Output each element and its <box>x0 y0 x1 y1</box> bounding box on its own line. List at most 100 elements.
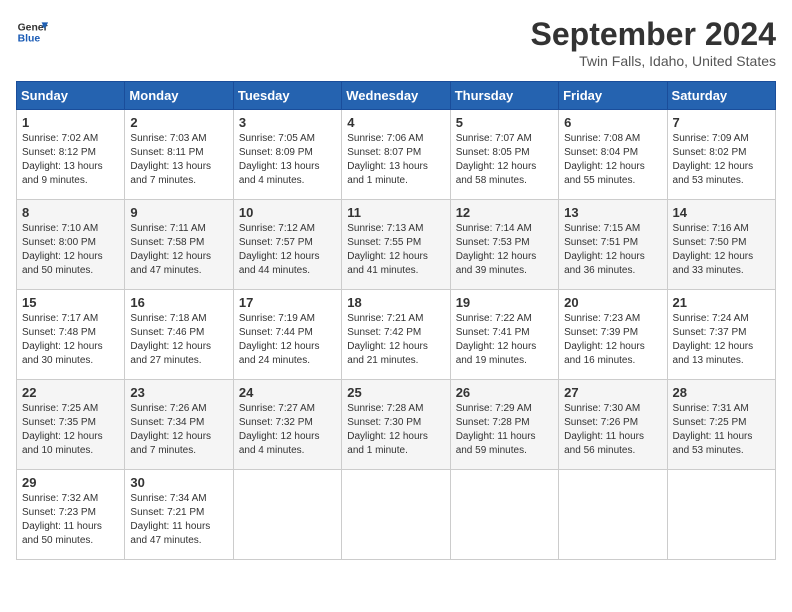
calendar-cell: 1Sunrise: 7:02 AM Sunset: 8:12 PM Daylig… <box>17 110 125 200</box>
day-info: Sunrise: 7:31 AM Sunset: 7:25 PM Dayligh… <box>673 402 770 458</box>
calendar-cell: 3Sunrise: 7:05 AM Sunset: 8:09 PM Daylig… <box>233 110 341 200</box>
calendar-cell: 26Sunrise: 7:29 AM Sunset: 7:28 PM Dayli… <box>450 380 558 470</box>
calendar-cell: 12 Sunrise: 7:14 AM Sunset: 7:53 PM Dayli… <box>450 200 558 290</box>
day-number: 6 <box>564 115 661 130</box>
weekday-header-monday: Monday <box>125 82 233 110</box>
day-info: Sunrise: 7:05 AM Sunset: 8:09 PM Dayligh… <box>239 132 336 188</box>
day-number: 16 <box>130 295 227 310</box>
day-info: Sunrise: 7:15 AM Sunset: 7:51 PM Dayligh… <box>564 222 661 278</box>
day-info: Sunrise: 7:03 AM Sunset: 8:11 PM Dayligh… <box>130 132 227 188</box>
calendar-cell: 17 Sunrise: 7:19 AM Sunset: 7:44 PM Dayli… <box>233 290 341 380</box>
calendar-cell: 19 Sunrise: 7:22 AM Sunset: 7:41 PM Dayli… <box>450 290 558 380</box>
calendar-cell: 11 Sunrise: 7:13 AM Sunset: 7:55 PM Dayli… <box>342 200 450 290</box>
calendar-week-row: 22 Sunrise: 7:25 AM Sunset: 7:35 PM Dayli… <box>17 380 776 470</box>
calendar-week-row: 8 Sunrise: 7:10 AM Sunset: 8:00 PM Daylig… <box>17 200 776 290</box>
calendar-week-row: 29 Sunrise: 7:32 AM Sunset: 7:23 PM Dayli… <box>17 470 776 560</box>
calendar-cell: 8 Sunrise: 7:10 AM Sunset: 8:00 PM Daylig… <box>17 200 125 290</box>
day-number: 20 <box>564 295 661 310</box>
day-info: Sunrise: 7:22 AM Sunset: 7:41 PM Dayligh… <box>456 312 553 368</box>
calendar-cell: 9 Sunrise: 7:11 AM Sunset: 7:58 PM Daylig… <box>125 200 233 290</box>
calendar-cell <box>342 470 450 560</box>
weekday-header-thursday: Thursday <box>450 82 558 110</box>
title-block: September 2024 Twin Falls, Idaho, United… <box>531 16 776 69</box>
day-number: 15 <box>22 295 119 310</box>
day-info: Sunrise: 7:16 AM Sunset: 7:50 PM Dayligh… <box>673 222 770 278</box>
calendar-week-row: 1Sunrise: 7:02 AM Sunset: 8:12 PM Daylig… <box>17 110 776 200</box>
day-info: Sunrise: 7:34 AM Sunset: 7:21 PM Dayligh… <box>130 492 227 548</box>
calendar-cell: 28Sunrise: 7:31 AM Sunset: 7:25 PM Dayli… <box>667 380 775 470</box>
day-number: 14 <box>673 205 770 220</box>
day-info: Sunrise: 7:18 AM Sunset: 7:46 PM Dayligh… <box>130 312 227 368</box>
day-info: Sunrise: 7:23 AM Sunset: 7:39 PM Dayligh… <box>564 312 661 368</box>
day-number: 23 <box>130 385 227 400</box>
page-header: General Blue September 2024 Twin Falls, … <box>16 16 776 69</box>
day-number: 2 <box>130 115 227 130</box>
calendar-cell: 23Sunrise: 7:26 AM Sunset: 7:34 PM Dayli… <box>125 380 233 470</box>
logo-icon: General Blue <box>16 16 48 48</box>
day-info: Sunrise: 7:32 AM Sunset: 7:23 PM Dayligh… <box>22 492 119 548</box>
day-info: Sunrise: 7:06 AM Sunset: 8:07 PM Dayligh… <box>347 132 444 188</box>
calendar-cell: 13 Sunrise: 7:15 AM Sunset: 7:51 PM Dayli… <box>559 200 667 290</box>
calendar-table: SundayMondayTuesdayWednesdayThursdayFrid… <box>16 81 776 560</box>
day-info: Sunrise: 7:14 AM Sunset: 7:53 PM Dayligh… <box>456 222 553 278</box>
day-info: Sunrise: 7:17 AM Sunset: 7:48 PM Dayligh… <box>22 312 119 368</box>
weekday-header-tuesday: Tuesday <box>233 82 341 110</box>
calendar-cell: 29 Sunrise: 7:32 AM Sunset: 7:23 PM Dayli… <box>17 470 125 560</box>
svg-text:Blue: Blue <box>18 34 41 45</box>
day-info: Sunrise: 7:10 AM Sunset: 8:00 PM Dayligh… <box>22 222 119 278</box>
day-number: 29 <box>22 475 119 490</box>
calendar-cell: 24 Sunrise: 7:27 AM Sunset: 7:32 PM Dayli… <box>233 380 341 470</box>
day-number: 8 <box>22 205 119 220</box>
weekday-header-friday: Friday <box>559 82 667 110</box>
day-info: Sunrise: 7:08 AM Sunset: 8:04 PM Dayligh… <box>564 132 661 188</box>
calendar-cell <box>559 470 667 560</box>
day-info: Sunrise: 7:19 AM Sunset: 7:44 PM Dayligh… <box>239 312 336 368</box>
calendar-cell: 22 Sunrise: 7:25 AM Sunset: 7:35 PM Dayli… <box>17 380 125 470</box>
day-info: Sunrise: 7:09 AM Sunset: 8:02 PM Dayligh… <box>673 132 770 188</box>
month-title: September 2024 <box>531 16 776 53</box>
day-number: 5 <box>456 115 553 130</box>
day-number: 21 <box>673 295 770 310</box>
calendar-cell: 30 Sunrise: 7:34 AM Sunset: 7:21 PM Dayli… <box>125 470 233 560</box>
day-info: Sunrise: 7:12 AM Sunset: 7:57 PM Dayligh… <box>239 222 336 278</box>
calendar-cell: 2 Sunrise: 7:03 AM Sunset: 8:11 PM Daylig… <box>125 110 233 200</box>
day-number: 11 <box>347 205 444 220</box>
day-info: Sunrise: 7:02 AM Sunset: 8:12 PM Dayligh… <box>22 132 119 188</box>
calendar-cell: 27Sunrise: 7:30 AM Sunset: 7:26 PM Dayli… <box>559 380 667 470</box>
calendar-cell: 16 Sunrise: 7:18 AM Sunset: 7:46 PM Dayli… <box>125 290 233 380</box>
calendar-cell <box>233 470 341 560</box>
day-number: 18 <box>347 295 444 310</box>
calendar-cell: 14 Sunrise: 7:16 AM Sunset: 7:50 PM Dayli… <box>667 200 775 290</box>
calendar-cell: 10 Sunrise: 7:12 AM Sunset: 7:57 PM Dayli… <box>233 200 341 290</box>
day-number: 25 <box>347 385 444 400</box>
day-number: 12 <box>456 205 553 220</box>
day-number: 7 <box>673 115 770 130</box>
calendar-cell: 4Sunrise: 7:06 AM Sunset: 8:07 PM Daylig… <box>342 110 450 200</box>
day-number: 13 <box>564 205 661 220</box>
day-number: 17 <box>239 295 336 310</box>
day-number: 30 <box>130 475 227 490</box>
calendar-cell: 15 Sunrise: 7:17 AM Sunset: 7:48 PM Dayli… <box>17 290 125 380</box>
location-subtitle: Twin Falls, Idaho, United States <box>531 53 776 69</box>
day-number: 9 <box>130 205 227 220</box>
weekday-header-saturday: Saturday <box>667 82 775 110</box>
day-number: 24 <box>239 385 336 400</box>
day-info: Sunrise: 7:25 AM Sunset: 7:35 PM Dayligh… <box>22 402 119 458</box>
logo: General Blue <box>16 16 48 48</box>
day-info: Sunrise: 7:07 AM Sunset: 8:05 PM Dayligh… <box>456 132 553 188</box>
day-number: 22 <box>22 385 119 400</box>
day-info: Sunrise: 7:11 AM Sunset: 7:58 PM Dayligh… <box>130 222 227 278</box>
day-number: 19 <box>456 295 553 310</box>
day-info: Sunrise: 7:30 AM Sunset: 7:26 PM Dayligh… <box>564 402 661 458</box>
day-number: 10 <box>239 205 336 220</box>
day-info: Sunrise: 7:29 AM Sunset: 7:28 PM Dayligh… <box>456 402 553 458</box>
calendar-cell: 5 Sunrise: 7:07 AM Sunset: 8:05 PM Daylig… <box>450 110 558 200</box>
day-info: Sunrise: 7:13 AM Sunset: 7:55 PM Dayligh… <box>347 222 444 278</box>
calendar-week-row: 15 Sunrise: 7:17 AM Sunset: 7:48 PM Dayli… <box>17 290 776 380</box>
day-info: Sunrise: 7:24 AM Sunset: 7:37 PM Dayligh… <box>673 312 770 368</box>
calendar-cell <box>450 470 558 560</box>
day-info: Sunrise: 7:27 AM Sunset: 7:32 PM Dayligh… <box>239 402 336 458</box>
calendar-cell: 25Sunrise: 7:28 AM Sunset: 7:30 PM Dayli… <box>342 380 450 470</box>
calendar-cell: 7 Sunrise: 7:09 AM Sunset: 8:02 PM Daylig… <box>667 110 775 200</box>
day-info: Sunrise: 7:21 AM Sunset: 7:42 PM Dayligh… <box>347 312 444 368</box>
